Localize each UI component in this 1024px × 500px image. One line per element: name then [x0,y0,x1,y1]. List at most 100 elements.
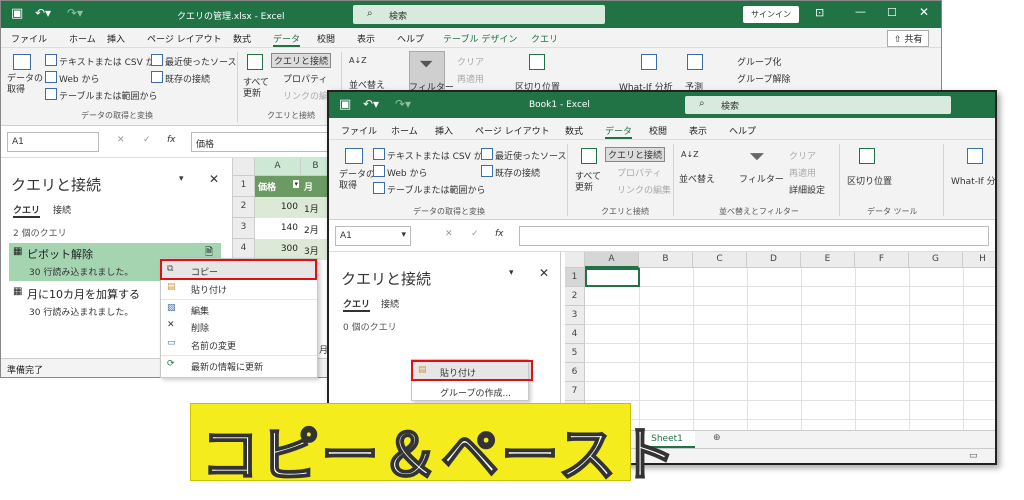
column-header[interactable]: G [909,252,963,268]
tab-file[interactable]: ファイル [341,124,377,137]
text-csv-button[interactable]: テキストまたは CSV から [387,149,492,162]
menu-item-delete[interactable]: ✕ 削除 [161,317,317,335]
split-button[interactable]: 区切り位置 [847,174,892,187]
tab-help[interactable]: ヘルプ [729,124,756,137]
tab-file[interactable]: ファイル [11,32,47,45]
redo-icon[interactable]: ↷▾ [67,6,83,20]
menu-item-create-group[interactable]: グループの作成... [412,382,528,400]
filter-icon[interactable]: ⏷ [749,144,765,168]
pane-tab-connections[interactable]: 接続 [381,297,399,310]
row-header[interactable]: 3 [565,306,585,325]
fx-icon[interactable]: fx [495,229,504,239]
chevron-down-icon[interactable]: ▾ [401,230,406,240]
tab-insert[interactable]: 挿入 [107,32,125,45]
column-header[interactable]: H [963,252,995,268]
display-settings-icon[interactable]: ▭ [969,451,978,461]
enter-icon[interactable]: ✓ [471,229,479,239]
row-header[interactable]: 4 [233,239,255,260]
row-header[interactable]: 7 [565,382,585,401]
table-cell[interactable]: 140 [255,218,301,239]
signin-button[interactable]: サインイン [743,6,799,23]
column-header[interactable]: C [693,252,747,268]
front-search-box[interactable]: ⌕ 検索 [685,96,951,114]
edit-links-button[interactable]: リンクの編集 [617,183,671,196]
column-header[interactable]: A [255,158,301,176]
refresh-all-button[interactable]: すべて 更新 [243,78,269,100]
table-cell[interactable]: 300 [255,239,301,260]
undo-icon[interactable]: ↶▾ [35,6,51,20]
row-header[interactable]: 2 [233,197,255,218]
tab-review[interactable]: 校閲 [317,32,335,45]
save-icon[interactable]: ▣ [339,97,351,112]
row-header[interactable]: 5 [565,344,585,363]
tab-review[interactable]: 校閲 [649,124,667,137]
refresh-all-button[interactable]: すべて 更新 [575,172,601,194]
pane-close-icon[interactable]: ✕ [539,266,549,280]
tab-formulas[interactable]: 数式 [233,32,251,45]
sort-button[interactable]: 並べ替え [679,172,715,185]
close-icon[interactable]: ✕ [919,5,929,19]
tab-page-layout[interactable]: ページ レイアウト [147,32,222,45]
filter-button[interactable]: フィルター [739,172,784,185]
select-all-corner[interactable] [233,158,255,176]
undo-icon[interactable]: ↶▾ [363,97,379,111]
row-header[interactable]: 1 [565,268,585,287]
name-box[interactable]: A1 ▾ [335,226,411,246]
save-icon[interactable]: ▣ [11,6,23,21]
web-button[interactable]: Web から [59,72,99,85]
reapply-button[interactable]: 再適用 [457,72,484,85]
column-header[interactable]: F [855,252,909,268]
row-header[interactable]: 6 [565,363,585,382]
menu-item-rename[interactable]: ▭ 名前の変更 [161,335,317,353]
table-header-cell[interactable]: 価格 ▾ [255,176,301,197]
tab-data[interactable]: データ [273,32,301,47]
recent-sources-button[interactable]: 最近使ったソース [165,55,237,68]
column-header[interactable]: A [585,252,639,268]
queries-connections-button[interactable]: クエリと接続 [271,53,332,68]
table-range-button[interactable]: テーブルまたは範囲から [387,183,485,196]
name-box[interactable]: A1 [7,132,99,152]
reapply-button[interactable]: 再適用 [789,166,816,179]
ribbon-display-icon[interactable]: ⊡ [815,6,824,19]
cancel-icon[interactable]: ✕ [445,229,453,239]
menu-item-paste[interactable]: ▤ 貼り付け [161,279,317,297]
web-button[interactable]: Web から [387,166,427,179]
clear-button[interactable]: クリア [789,149,816,162]
recent-sources-button[interactable]: 最近使ったソース [495,149,567,162]
pane-tab-query[interactable]: クエリ [13,203,41,218]
minimize-icon[interactable]: — [855,5,866,18]
formula-input[interactable] [519,226,989,246]
tab-formulas[interactable]: 数式 [565,124,583,137]
filter-dropdown-icon[interactable]: ▾ [293,180,299,188]
pane-tab-query[interactable]: クエリ [343,297,371,312]
tab-view[interactable]: 表示 [357,32,375,45]
text-csv-button[interactable]: テキストまたは CSV から [59,55,164,68]
sort-az-icon[interactable]: A↓Z [681,150,699,159]
pane-options-icon[interactable]: ▾ [509,268,514,278]
fx-icon[interactable]: fx [167,135,176,145]
tab-query[interactable]: クエリ [531,32,558,45]
table-range-button[interactable]: テーブルまたは範囲から [59,89,157,102]
active-cell[interactable] [585,268,640,287]
ungroup-button[interactable]: グループ解除 [737,72,790,85]
existing-connections-button[interactable]: 既存の接続 [165,72,210,85]
group-button[interactable]: グループ化 [737,55,781,68]
enter-icon[interactable]: ✓ [143,135,151,145]
row-header[interactable]: 3 [233,218,255,239]
tab-help[interactable]: ヘルプ [397,32,424,45]
select-all-corner[interactable] [565,252,585,268]
tab-data[interactable]: データ [605,124,633,139]
get-data-button[interactable]: データの 取得 [7,74,43,96]
advanced-button[interactable]: 詳細設定 [789,183,825,196]
pane-options-icon[interactable]: ▾ [179,174,184,184]
cancel-icon[interactable]: ✕ [117,135,125,145]
properties-button[interactable]: プロパティ [617,166,661,179]
existing-connections-button[interactable]: 既存の接続 [495,166,540,179]
queries-connections-button[interactable]: クエリと接続 [605,147,666,162]
tab-insert[interactable]: 挿入 [435,124,453,137]
tab-home[interactable]: ホーム [69,32,96,45]
column-header[interactable]: D [747,252,801,268]
share-button[interactable]: ⇧ 共有 [887,30,930,47]
menu-item-refresh[interactable]: ⟳ 最新の情報に更新 [161,355,317,373]
column-header[interactable]: E [801,252,855,268]
